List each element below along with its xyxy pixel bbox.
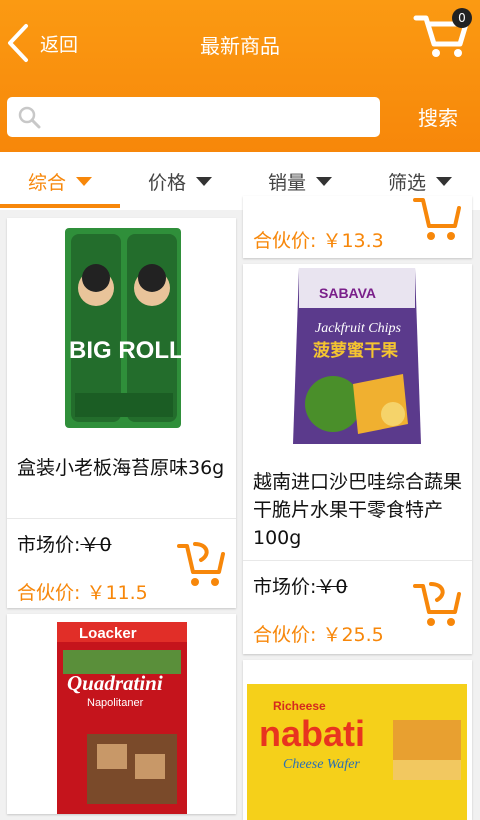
add-to-cart-icon[interactable]	[411, 578, 463, 630]
partner-price-value: ￥25.5	[322, 624, 384, 646]
product-image: Loacker Quadratini Napolitaner	[7, 614, 236, 814]
product-line-text: Jackfruit Chips	[315, 321, 401, 336]
partner-price-value: ￥13.3	[322, 230, 384, 252]
search-button[interactable]: 搜索	[398, 100, 478, 136]
market-price-label: 市场价:	[253, 576, 317, 598]
product-card[interactable]: BIG ROLL 盒装小老板海苔原味36g 市场价:￥0 合伙价: ￥11.5	[7, 218, 236, 608]
product-brand-text: Loacker	[79, 625, 137, 642]
triangle-down-icon	[316, 176, 332, 186]
product-brand-text: Richeese	[273, 699, 326, 713]
product-image: SABAVA Jackfruit Chips 菠萝蜜干果	[243, 264, 472, 449]
product-card[interactable]: Richeese nabati Cheese Wafer	[243, 660, 472, 820]
header-bar: 返回 最新商品 0 搜索	[0, 0, 480, 152]
market-price-value: ￥0	[316, 576, 348, 598]
page-title: 最新商品	[200, 34, 280, 58]
triangle-down-icon	[196, 176, 212, 186]
market-price-label: 市场价:	[17, 534, 81, 556]
search-box[interactable]	[7, 97, 380, 139]
partner-price-value: ￥11.5	[86, 582, 148, 604]
partner-price-label: 合伙价:	[253, 624, 317, 646]
search-icon	[18, 106, 41, 129]
card-divider	[7, 518, 236, 519]
product-image: BIG ROLL	[7, 218, 236, 438]
search-input[interactable]	[51, 97, 375, 139]
product-flavor-text: Napolitaner	[87, 697, 144, 709]
partner-price-label: 合伙价:	[17, 582, 81, 604]
add-to-cart-icon[interactable]	[175, 538, 227, 590]
product-line-text: nabati	[259, 713, 365, 754]
add-to-cart-icon[interactable]	[411, 196, 463, 244]
market-price-value: ￥0	[80, 534, 112, 556]
tab-price[interactable]: 价格	[120, 152, 240, 210]
partner-price-row: 合伙价: ￥13.3	[253, 226, 384, 253]
product-card[interactable]: SABAVA Jackfruit Chips 菠萝蜜干果 越南进口沙巴哇综合蔬果…	[243, 264, 472, 654]
product-flavor-text: Cheese Wafer	[283, 757, 360, 772]
product-name: 越南进口沙巴哇综合蔬果干脆片水果干零食特产100g	[253, 471, 463, 549]
partner-price-row: 合伙价: ￥25.5	[253, 620, 384, 647]
product-name: 盒装小老板海苔原味36g	[17, 457, 225, 479]
tab-label: 销量	[267, 171, 306, 194]
card-divider	[243, 560, 472, 561]
tab-comprehensive[interactable]: 综合	[0, 152, 120, 210]
product-brand-text: SABAVA	[319, 285, 376, 301]
tab-label: 价格	[147, 171, 186, 194]
product-line-text: Quadratini	[67, 671, 163, 695]
market-price-row: 市场价:￥0	[253, 572, 348, 599]
product-card[interactable]: Loacker Quadratini Napolitaner	[7, 614, 236, 814]
product-cn-text: 菠萝蜜干果	[313, 340, 398, 361]
partner-price-row: 合伙价: ￥11.5	[17, 578, 148, 605]
active-tab-indicator	[0, 204, 120, 208]
triangle-down-icon	[436, 176, 452, 186]
tab-label: 筛选	[387, 171, 426, 194]
partner-price-label: 合伙价:	[253, 230, 317, 252]
triangle-down-icon	[76, 176, 92, 186]
market-price-row: 市场价:￥0	[17, 530, 112, 557]
product-brand-text: BIG ROLL	[69, 337, 184, 364]
product-card[interactable]: 合伙价: ￥13.3	[243, 196, 472, 258]
cart-count-badge: 0	[452, 8, 472, 28]
tab-label: 综合	[27, 171, 66, 194]
product-image: Richeese nabati Cheese Wafer	[243, 660, 472, 820]
